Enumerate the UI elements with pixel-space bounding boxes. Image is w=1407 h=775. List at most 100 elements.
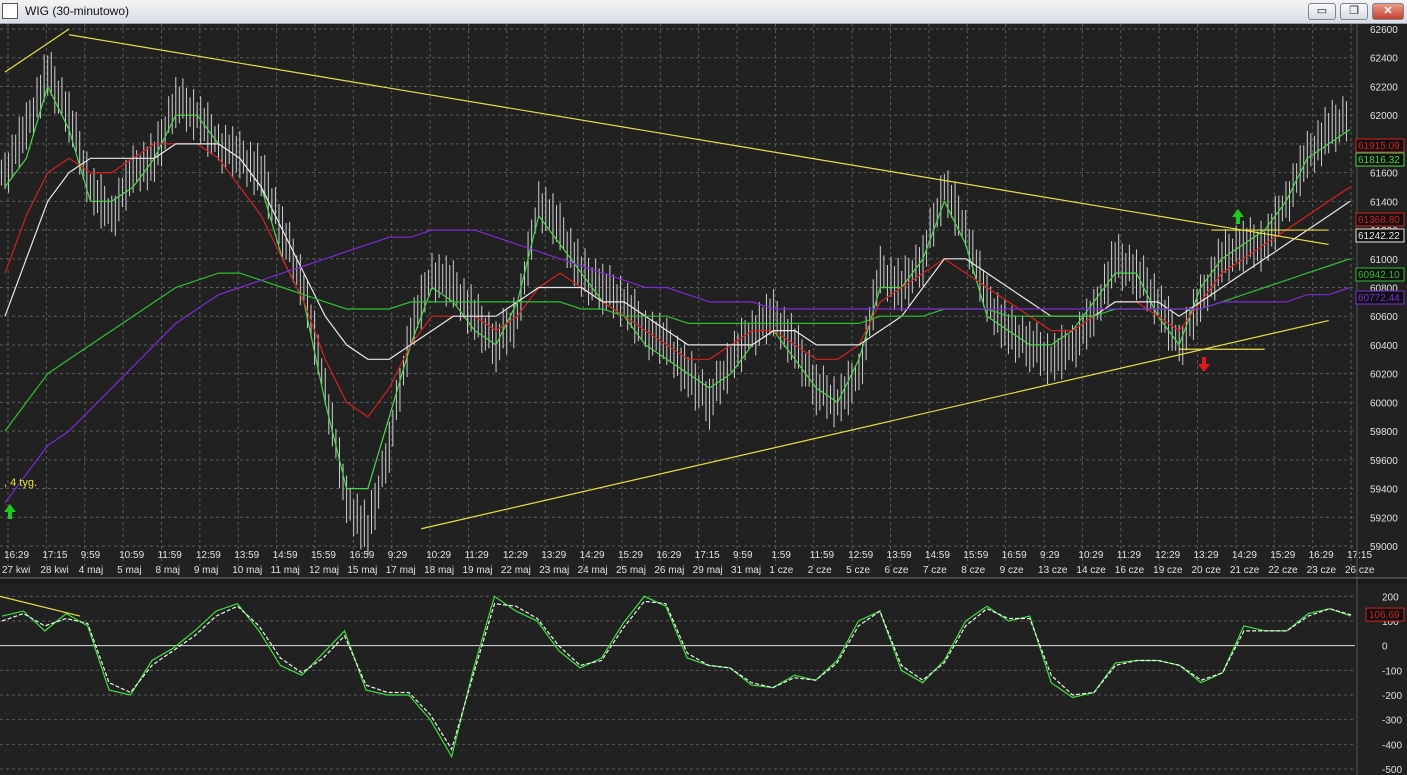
date-tick-label: 21 cze xyxy=(1230,565,1260,576)
date-tick-label: 17 maj xyxy=(386,565,416,576)
time-tick-label: 15:59 xyxy=(963,550,988,561)
time-tick-label: 11:29 xyxy=(1117,550,1142,561)
time-tick-label: 10:59 xyxy=(119,550,144,561)
time-tick-label: 11:29 xyxy=(464,550,489,561)
chart-app-icon xyxy=(2,3,18,19)
date-tick-label: 28 kwi xyxy=(40,565,68,576)
date-tick-label: 8 maj xyxy=(155,565,179,576)
time-tick-label: 14:29 xyxy=(580,550,605,561)
y-tick-label: 61600 xyxy=(1370,169,1398,180)
osc-tick-label: -200 xyxy=(1382,691,1402,702)
date-tick-label: 25 maj xyxy=(616,565,646,576)
time-tick-label: 9:29 xyxy=(388,550,408,561)
y-tick-label: 62200 xyxy=(1370,82,1398,93)
time-tick-label: 16:59 xyxy=(349,550,374,561)
time-tick-label: 15:29 xyxy=(618,550,643,561)
time-tick-label: 12:29 xyxy=(503,550,528,561)
y-tick-label: 59400 xyxy=(1370,485,1398,496)
osc-tick-label: -100 xyxy=(1382,666,1402,677)
time-tick-label: 10:29 xyxy=(1078,550,1103,561)
date-tick-label: 22 maj xyxy=(501,565,531,576)
time-tick-label: 14:59 xyxy=(925,550,950,561)
time-tick-label: 9:29 xyxy=(1040,550,1060,561)
date-tick-label: 26 maj xyxy=(654,565,684,576)
date-tick-label: 22 cze xyxy=(1268,565,1298,576)
minimize-button[interactable]: ▭ xyxy=(1308,3,1336,20)
osc-tick-label: -500 xyxy=(1382,765,1402,775)
time-tick-label: 15:59 xyxy=(311,550,336,561)
time-tick-label: 11:59 xyxy=(157,550,182,561)
date-tick-label: 5 maj xyxy=(117,565,141,576)
time-tick-label: 16:29 xyxy=(4,550,29,561)
title-bar: WIG (30-minutowo) ▭ ❐ ✕ xyxy=(0,0,1407,24)
date-tick-label: 18 maj xyxy=(424,565,454,576)
time-tick-label: 12:59 xyxy=(196,550,221,561)
date-tick-label: 16 cze xyxy=(1115,565,1145,576)
osc-tick-label: 0 xyxy=(1382,642,1388,653)
price-chart[interactable]: 59000 59200 59400 59600 59800 60000 60200 60400… xyxy=(0,24,1407,775)
price-value-label: 61816.32 xyxy=(1358,155,1400,166)
time-tick-label: 16:59 xyxy=(1002,550,1027,561)
date-tick-label: 27 kwi xyxy=(2,565,30,576)
date-tick-label: 24 maj xyxy=(578,565,608,576)
y-tick-label: 60400 xyxy=(1370,341,1398,352)
price-value-label: 61368.80 xyxy=(1358,215,1400,226)
date-tick-label: 2 cze xyxy=(808,565,832,576)
y-tick-label: 61400 xyxy=(1370,197,1398,208)
time-tick-label: 17:15 xyxy=(42,550,67,561)
time-tick-label: 17:15 xyxy=(1347,550,1372,561)
date-tick-label: 7 cze xyxy=(923,565,947,576)
date-tick-label: 11 maj xyxy=(271,565,300,576)
pane-separator xyxy=(0,578,1407,584)
time-tick-label: 12:59 xyxy=(848,550,873,561)
time-tick-label: 14:29 xyxy=(1232,550,1257,561)
date-tick-label: 8 cze xyxy=(961,565,985,576)
date-tick-label: 9 cze xyxy=(1000,565,1024,576)
time-tick-label: 11:59 xyxy=(810,550,835,561)
date-tick-label: 19 cze xyxy=(1153,565,1183,576)
time-tick-label: 13:59 xyxy=(234,550,259,561)
osc-tick-label: -400 xyxy=(1382,740,1402,751)
y-tick-label: 59800 xyxy=(1370,427,1398,438)
annotation-text: , 4 tyg. xyxy=(4,477,37,489)
time-tick-label: 10:29 xyxy=(426,550,451,561)
y-tick-label: 62400 xyxy=(1370,54,1398,65)
y-tick-label: 59000 xyxy=(1370,542,1398,553)
time-tick-label: 9:59 xyxy=(733,550,753,561)
date-tick-label: 6 cze xyxy=(885,565,909,576)
date-tick-label: 23 maj xyxy=(539,565,569,576)
y-tick-label: 60600 xyxy=(1370,312,1398,323)
time-tick-label: 15:29 xyxy=(1270,550,1295,561)
price-value-label: 60942.10 xyxy=(1358,270,1400,281)
date-tick-label: 26 cze xyxy=(1345,565,1375,576)
date-tick-label: 23 cze xyxy=(1307,565,1337,576)
date-tick-label: 5 cze xyxy=(846,565,870,576)
y-tick-label: 59200 xyxy=(1370,513,1398,524)
y-tick-label: 60000 xyxy=(1370,398,1398,409)
osc-tick-label: -300 xyxy=(1382,716,1402,727)
y-tick-label: 62600 xyxy=(1370,25,1398,36)
price-value-label: 60772.44 xyxy=(1358,293,1400,304)
date-tick-label: 19 maj xyxy=(462,565,492,576)
y-tick-label: 61000 xyxy=(1370,255,1398,266)
date-tick-label: 9 maj xyxy=(194,565,218,576)
date-tick-label: 12 maj xyxy=(309,565,339,576)
date-tick-label: 13 cze xyxy=(1038,565,1068,576)
restore-button[interactable]: ❐ xyxy=(1340,3,1368,20)
time-tick-label: 16:29 xyxy=(1309,550,1334,561)
close-button[interactable]: ✕ xyxy=(1372,3,1404,20)
date-tick-label: 20 cze xyxy=(1192,565,1222,576)
osc-value-label: 106.69 xyxy=(1369,610,1400,621)
price-value-label: 61242.22 xyxy=(1358,231,1400,242)
date-tick-label: 10 maj xyxy=(232,565,262,576)
y-tick-label: 60200 xyxy=(1370,370,1398,381)
time-tick-label: 14:59 xyxy=(273,550,298,561)
time-tick-label: 16:29 xyxy=(656,550,681,561)
time-tick-label: 1:59 xyxy=(771,550,791,561)
y-tick-label: 59600 xyxy=(1370,456,1398,467)
date-tick-label: 31 maj xyxy=(731,565,761,576)
time-tick-label: 9:59 xyxy=(81,550,101,561)
date-tick-label: 1 cze xyxy=(769,565,793,576)
y-tick-label: 62000 xyxy=(1370,111,1398,122)
osc-tick-label: 200 xyxy=(1382,592,1399,603)
